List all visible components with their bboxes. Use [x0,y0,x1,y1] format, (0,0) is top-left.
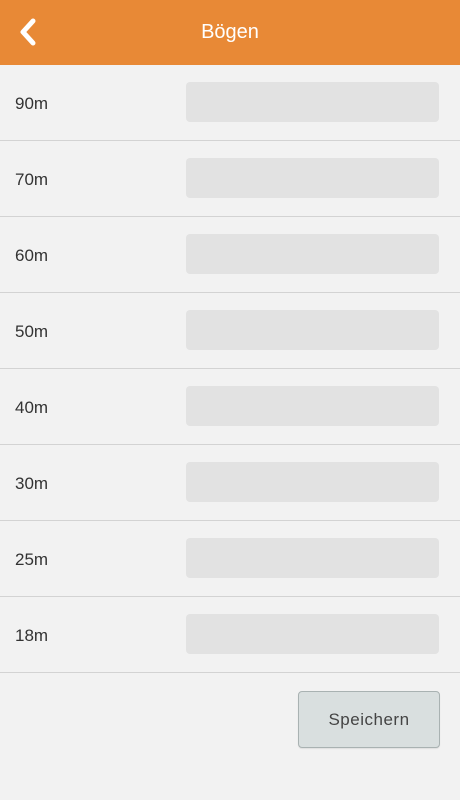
distance-row-50m: 50m [0,293,460,369]
distance-label: 70m [15,170,49,189]
distance-label: 60m [15,246,49,265]
distance-label: 25m [15,550,49,569]
distance-row-30m: 30m [0,445,460,521]
distance-input-40m[interactable] [186,386,439,426]
distance-list: 90m 70m 60m 50m 40m 30m 25m 18m [0,65,460,673]
distance-label: 50m [15,322,49,341]
distance-row-90m: 90m [0,65,460,141]
page-title: Bögen [201,21,259,43]
distance-input-25m[interactable] [186,538,439,578]
distance-input-90m[interactable] [186,82,439,122]
distance-input-50m[interactable] [186,310,439,350]
header-bar: Bögen [0,0,460,65]
distance-row-25m: 25m [0,521,460,597]
distance-input-70m[interactable] [186,158,439,198]
distance-row-18m: 18m [0,597,460,673]
distance-label: 18m [15,626,49,645]
distance-input-18m[interactable] [186,614,439,654]
save-button[interactable]: Speichern [298,691,440,748]
distance-label: 40m [15,398,49,417]
app-screen: Bögen 90m 70m 60m 50m 40m 30m 25m 18m Sp… [0,0,460,800]
distance-label: 30m [15,474,49,493]
distance-row-60m: 60m [0,217,460,293]
distance-label: 90m [15,94,49,113]
distance-input-60m[interactable] [186,234,439,274]
distance-input-30m[interactable] [186,462,439,502]
distance-row-70m: 70m [0,141,460,217]
distance-row-40m: 40m [0,369,460,445]
